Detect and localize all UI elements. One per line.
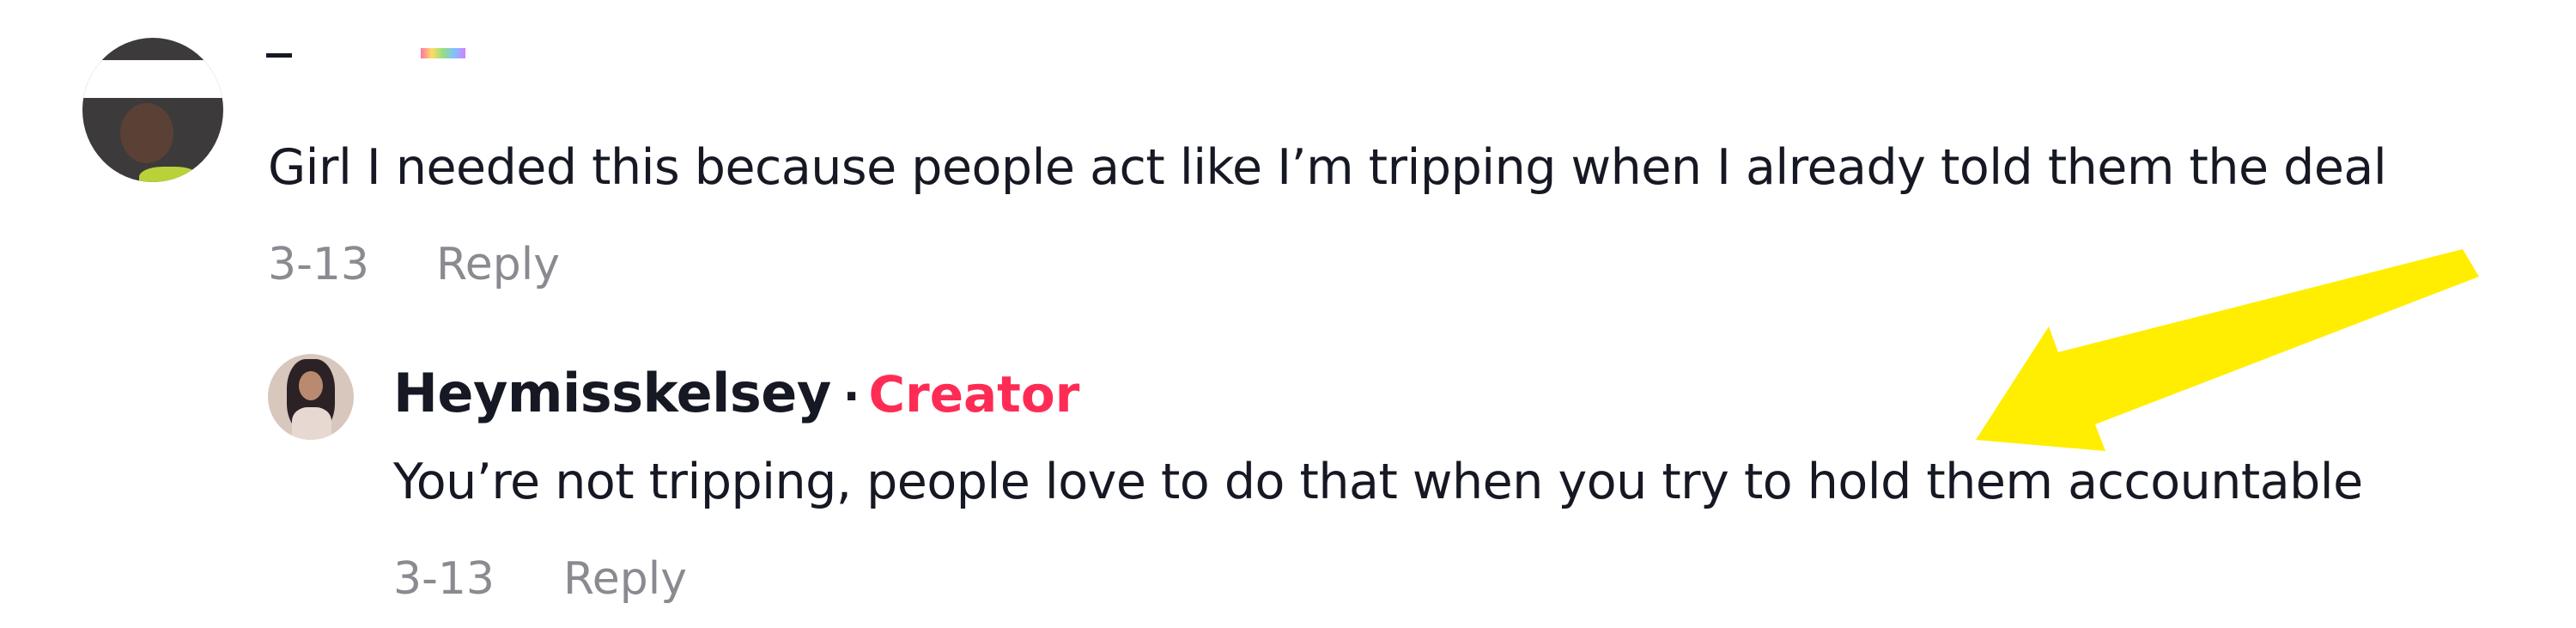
reply-header: Heymisskelsey · Creator — [393, 361, 1079, 430]
comment-thread: Girl I needed this because people act li… — [0, 0, 2576, 628]
creator-badge: Creator — [868, 365, 1080, 424]
creator-avatar[interactable] — [268, 354, 354, 440]
arrow-icon — [1976, 249, 2479, 451]
separator-dot: · — [842, 371, 860, 423]
avatar-face — [120, 103, 173, 163]
reply-button[interactable]: Reply — [436, 239, 560, 290]
reply-text: You’re not tripping, people love to do t… — [393, 454, 2363, 510]
reply-author-name[interactable]: Heymisskelsey — [393, 362, 831, 424]
annotation-arrow — [1976, 249, 2479, 451]
commenter-avatar[interactable] — [82, 38, 223, 182]
commenter-name-cropped — [266, 53, 292, 58]
avatar-face — [299, 371, 323, 400]
reply-date: 3-13 — [393, 553, 495, 605]
emoji-cropped — [421, 48, 465, 58]
reply-button[interactable]: Reply — [563, 553, 687, 605]
comment-text: Girl I needed this because people act li… — [268, 139, 2387, 196]
comment-date: 3-13 — [268, 239, 370, 290]
avatar-crop-gap — [82, 60, 223, 98]
avatar-top — [292, 407, 331, 440]
avatar-scarf — [139, 167, 199, 182]
